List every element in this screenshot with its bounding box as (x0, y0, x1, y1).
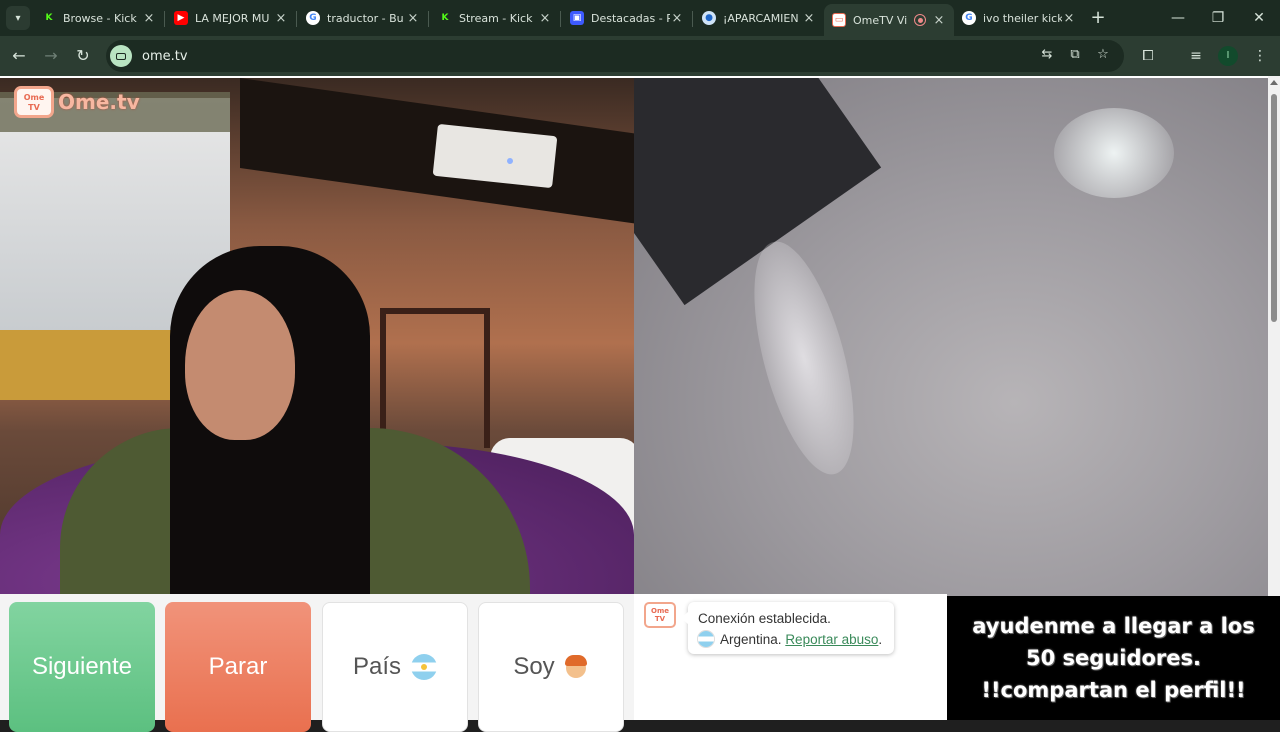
stream-overlay: ayudenme a llegar a los 50 seguidores. !… (947, 596, 1280, 720)
ometv-chat-icon: Ome TV (644, 602, 676, 628)
youtube-icon: ▶ (174, 11, 188, 25)
menu-icon[interactable]: ⋮ (1248, 44, 1272, 68)
tab-title: ¡APARCAMIEN (723, 11, 799, 25)
close-icon[interactable]: × (932, 13, 946, 28)
google-icon: G (962, 11, 976, 25)
overlay-line-3: !!compartan el perfil!! (981, 678, 1246, 702)
reload-icon[interactable]: ↻ (71, 44, 95, 68)
overlay-line-1: ayudenme a llegar a los (972, 614, 1255, 638)
report-suffix: . (878, 632, 883, 647)
kick-icon: K (45, 13, 53, 23)
self-video (634, 78, 1268, 668)
close-icon[interactable]: × (406, 11, 420, 26)
close-icon[interactable]: × (142, 11, 156, 26)
minimize-icon[interactable]: — (1166, 6, 1190, 30)
logo-text: Ome.tv (58, 90, 140, 114)
tab-title: ivo theiler kick (983, 11, 1062, 25)
stop-label: Parar (208, 653, 268, 680)
tab-stream-kick[interactable]: K Stream - Kick × (430, 4, 560, 32)
circle-icon: ● (702, 11, 716, 25)
country-selector[interactable]: País (322, 602, 468, 732)
recording-icon (914, 14, 926, 26)
new-tab-button[interactable]: + (1088, 8, 1108, 28)
tab-title: LA MEJOR MU (195, 11, 270, 25)
scroll-up-icon[interactable] (1270, 80, 1278, 85)
overlay-line-2: 50 seguidores. (1026, 646, 1201, 670)
doc-icon: ▣ (570, 11, 584, 25)
tab-browse-kick[interactable]: K Browse - Kick × (34, 4, 164, 32)
logo-tv-icon: Ome TV (14, 86, 54, 118)
country-line: Argentina. Reportar abuso. (698, 629, 884, 650)
back-icon[interactable]: ← (7, 44, 31, 68)
extensions-icon[interactable]: ⧠ (1136, 44, 1160, 68)
argentina-flag-icon (698, 631, 714, 647)
tab-search-icon[interactable]: ▾ (6, 6, 30, 30)
profile-avatar[interactable]: I (1218, 46, 1238, 66)
address-bar[interactable]: ome.tv ⇆ ⧉ ☆ (106, 40, 1124, 72)
tab-destacadas[interactable]: ▣ Destacadas - P × (562, 4, 692, 32)
window-close-icon[interactable]: ✕ (1247, 6, 1271, 30)
connection-status: Conexión establecida. (698, 611, 831, 626)
install-app-icon[interactable]: ⧉ (1064, 44, 1086, 66)
country-label: País (352, 653, 402, 680)
tab-title: Destacadas - P (591, 11, 670, 25)
boy-icon (563, 654, 589, 680)
gender-selector[interactable]: Soy (478, 602, 624, 732)
next-label: Siguiente (31, 653, 133, 680)
next-button[interactable]: Siguiente (9, 602, 155, 732)
report-abuse-link[interactable]: Reportar abuso (785, 632, 878, 647)
ometv-icon: ▭ (832, 13, 846, 27)
stop-button[interactable]: Parar (165, 602, 311, 732)
country-name: Argentina. (720, 632, 782, 647)
stranger-video: Ome TV Ome.tv (0, 78, 634, 668)
close-icon[interactable]: × (538, 11, 552, 26)
url-text[interactable]: ome.tv (142, 49, 188, 64)
tab-title: Stream - Kick (459, 11, 533, 25)
tab-ometv[interactable]: ▭ OmeTV Vi × (824, 4, 954, 36)
close-icon[interactable]: × (274, 11, 288, 26)
tab-title: OmeTV Vi (853, 13, 908, 27)
google-icon: G (306, 11, 320, 25)
close-icon[interactable]: × (802, 11, 816, 26)
close-icon[interactable]: × (1062, 11, 1076, 26)
scroll-thumb[interactable] (1271, 94, 1277, 322)
bookmark-star-icon[interactable]: ☆ (1092, 44, 1114, 66)
ometv-logo: Ome TV Ome.tv (14, 86, 140, 118)
tab-title: traductor - Bu (327, 11, 404, 25)
gender-label: Soy (513, 653, 555, 680)
translate-icon[interactable]: ⇆ (1036, 44, 1058, 66)
close-icon[interactable]: × (670, 11, 684, 26)
argentina-flag-icon (411, 654, 438, 680)
restore-icon[interactable]: ❐ (1206, 6, 1230, 30)
media-control-icon[interactable]: ≡ (1184, 44, 1208, 68)
tab-strip: ▾ K Browse - Kick × ▶ LA MEJOR MU × G tr… (0, 0, 1280, 36)
site-info-icon[interactable] (110, 45, 132, 67)
forward-icon[interactable]: → (39, 44, 63, 68)
ometv-page: Ome TV Ome.tv Siguiente Parar País Soy O… (0, 76, 1280, 732)
kick-icon: K (441, 13, 449, 23)
tab-traductor[interactable]: G traductor - Bu × (298, 4, 428, 32)
tab-aparcamien[interactable]: ● ¡APARCAMIEN × (694, 4, 824, 32)
tab-title: Browse - Kick (63, 11, 137, 25)
browser-toolbar: ← → ↻ ome.tv ⇆ ⧉ ☆ ⧠ ≡ I ⋮ (0, 36, 1280, 76)
system-message: Conexión establecida. Argentina. Reporta… (681, 602, 894, 654)
chat-area: Ome TV Conexión establecida. Argentina. … (634, 594, 947, 720)
tab-youtube[interactable]: ▶ LA MEJOR MU × (166, 4, 296, 32)
tab-ivo-theiler[interactable]: G ivo theiler kick × (954, 4, 1084, 32)
control-panel: Siguiente Parar País Soy (0, 594, 634, 732)
